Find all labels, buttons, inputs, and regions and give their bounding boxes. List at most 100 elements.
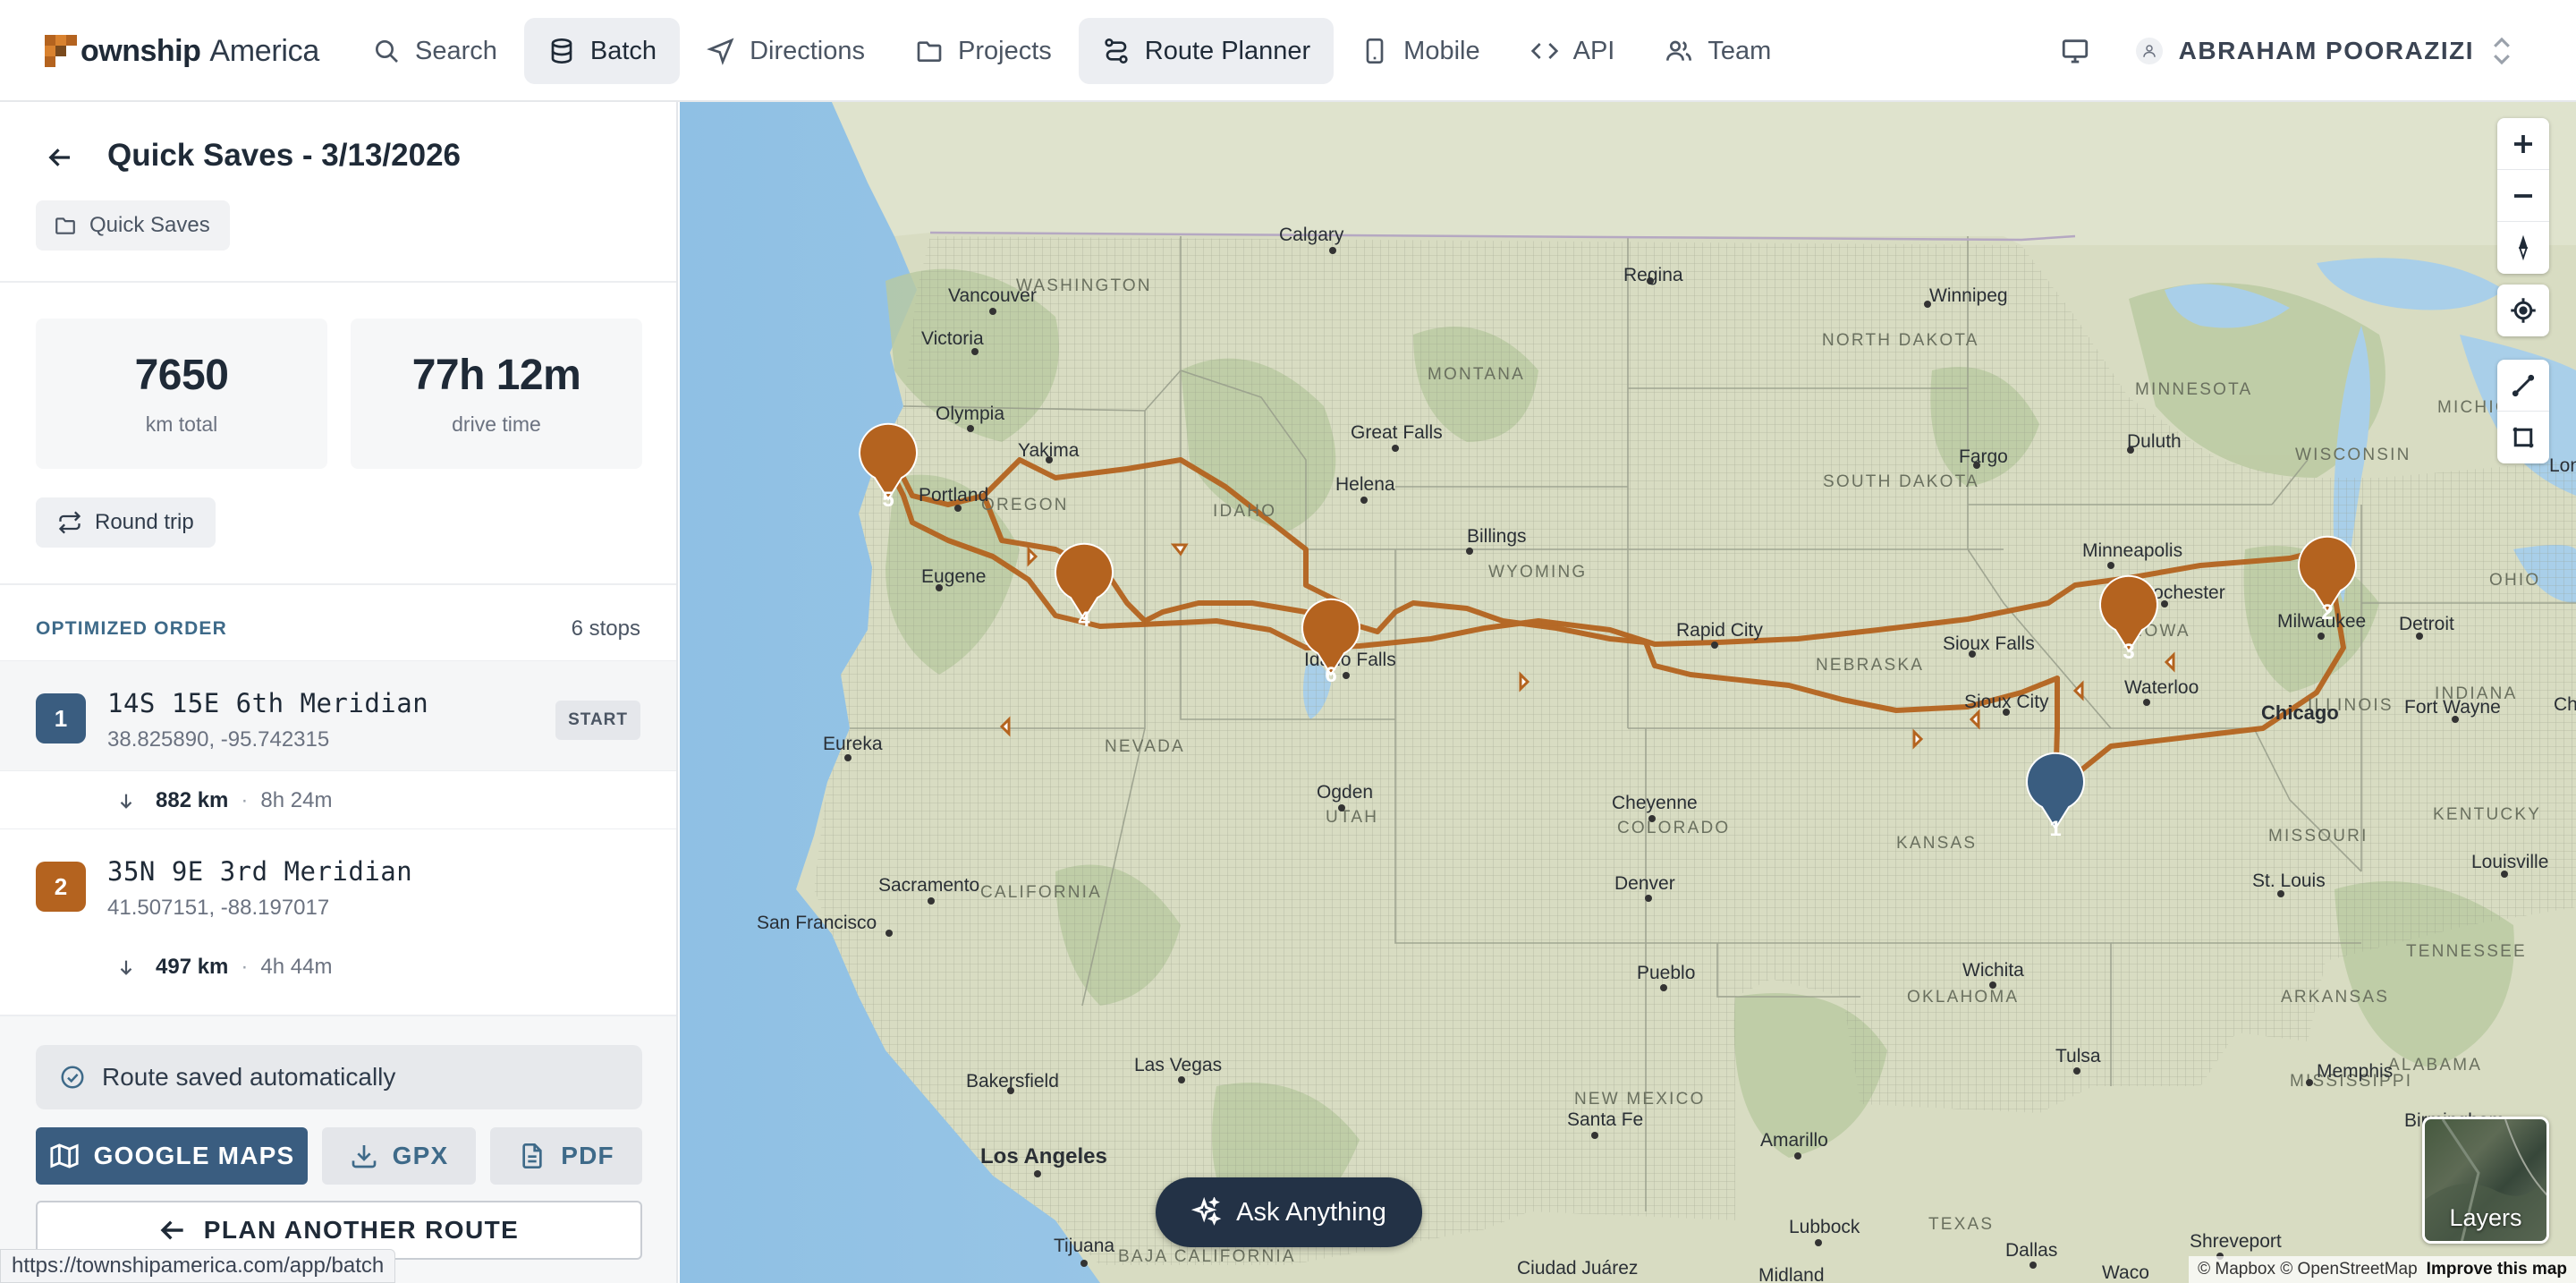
compass-button[interactable] xyxy=(2497,222,2549,274)
svg-text:Chicago: Chicago xyxy=(2261,701,2339,724)
leg-time: 4h 44m xyxy=(260,955,333,979)
ask-anything-button[interactable]: Ask Anything xyxy=(1156,1177,1422,1247)
plus-icon xyxy=(2514,134,2532,153)
crosshair-icon xyxy=(2511,298,2536,323)
nav-route-planner-label: Route Planner xyxy=(1144,36,1311,65)
svg-text:WYOMING: WYOMING xyxy=(1488,563,1587,582)
nav-team[interactable]: Team xyxy=(1641,18,1794,84)
svg-text:CALIFORNIA: CALIFORNIA xyxy=(980,883,1102,902)
svg-text:TENNESSEE: TENNESSEE xyxy=(2406,942,2527,961)
nav-directions[interactable]: Directions xyxy=(683,18,888,84)
route-sidebar: Quick Saves - 3/13/2026 Quick Saves 7650… xyxy=(0,102,678,1283)
svg-text:Fort Wayne: Fort Wayne xyxy=(2404,697,2501,718)
list-item[interactable]: 1 14S 15E 6th Meridian 38.825890, -95.74… xyxy=(0,660,676,771)
layers-label: Layers xyxy=(2449,1204,2522,1231)
svg-text:NEBRASKA: NEBRASKA xyxy=(1816,656,1924,675)
svg-text:Amarillo: Amarillo xyxy=(1760,1130,1828,1151)
pdf-button[interactable]: PDF xyxy=(490,1127,642,1185)
nav-projects[interactable]: Projects xyxy=(892,18,1075,84)
nav-batch[interactable]: Batch xyxy=(523,18,681,84)
nav-mobile-label: Mobile xyxy=(1403,36,1480,65)
nav-directions-label: Directions xyxy=(750,36,865,65)
svg-text:Ciudad Juárez: Ciudad Juárez xyxy=(1517,1258,1638,1279)
brand-logo[interactable]: ownship America xyxy=(45,30,319,72)
svg-text:Memphis: Memphis xyxy=(2317,1061,2393,1082)
pdf-button-label: PDF xyxy=(561,1142,614,1169)
svg-text:Denver: Denver xyxy=(1614,873,1675,894)
svg-text:4: 4 xyxy=(1078,608,1090,632)
svg-text:ARKANSAS: ARKANSAS xyxy=(2281,988,2389,1007)
svg-text:COLORADO: COLORADO xyxy=(1617,819,1730,837)
svg-text:SOUTH DAKOTA: SOUTH DAKOTA xyxy=(1823,472,1979,491)
svg-text:Midland: Midland xyxy=(1758,1265,1825,1283)
nav-mobile[interactable]: Mobile xyxy=(1337,18,1503,84)
folder-icon xyxy=(55,217,75,234)
document-icon xyxy=(522,1143,542,1168)
route-map[interactable]: WASHINGTON OREGON IDAHO MONTANA WYOMING … xyxy=(680,102,2576,1283)
svg-text:Dallas: Dallas xyxy=(2005,1240,2057,1261)
canada-area xyxy=(832,102,2576,245)
arrow-down-icon xyxy=(120,960,132,975)
svg-text:Tijuana: Tijuana xyxy=(1054,1236,1114,1256)
nav-route-planner[interactable]: Route Planner xyxy=(1078,18,1335,84)
svg-text:MONTANA: MONTANA xyxy=(1428,365,1525,384)
monitor-icon xyxy=(2062,39,2088,64)
svg-text:NEW MEXICO: NEW MEXICO xyxy=(1574,1090,1706,1109)
svg-text:Sioux Falls: Sioux Falls xyxy=(1943,633,2035,654)
stop-number-badge: 2 xyxy=(36,862,86,912)
improve-map-link[interactable]: Improve this map xyxy=(2427,1260,2567,1279)
line-tool-icon xyxy=(2512,374,2535,396)
draw-polygon-button[interactable] xyxy=(2497,412,2549,463)
svg-text:Sacramento: Sacramento xyxy=(878,875,979,896)
separator-dot: · xyxy=(241,788,249,812)
svg-text:Rapid City: Rapid City xyxy=(1676,620,1763,641)
drive-time-label: drive time xyxy=(452,412,541,436)
svg-text:Regina: Regina xyxy=(1623,265,1683,285)
svg-text:6: 6 xyxy=(1325,663,1336,687)
user-icon xyxy=(2142,45,2156,57)
draw-line-button[interactable] xyxy=(2497,360,2549,412)
svg-text:NEVADA: NEVADA xyxy=(1105,737,1185,756)
svg-text:Sioux City: Sioux City xyxy=(1964,692,2049,712)
check-circle-icon xyxy=(61,1066,84,1089)
user-area: ABRAHAM POORAZIZI xyxy=(2048,20,2513,82)
brand-name-secondary: America xyxy=(209,33,319,68)
nav-search[interactable]: Search xyxy=(349,18,521,84)
svg-text:Las Vegas: Las Vegas xyxy=(1134,1055,1222,1075)
zoom-out-button[interactable] xyxy=(2497,170,2549,222)
svg-text:Olympia: Olympia xyxy=(936,404,1004,424)
export-actions: GOOGLE MAPS GPX PDF xyxy=(36,1127,642,1185)
google-maps-button[interactable]: GOOGLE MAPS xyxy=(36,1127,308,1185)
leg-summary: 882 km · 8h 24m xyxy=(0,773,676,828)
map-icon xyxy=(50,1143,79,1168)
google-maps-button-label: GOOGLE MAPS xyxy=(93,1142,295,1169)
main-nav: Search Batch Directions Projects Route P… xyxy=(349,18,1798,84)
svg-text:NORTH DAKOTA: NORTH DAKOTA xyxy=(1822,331,1979,350)
svg-text:Vancouver: Vancouver xyxy=(948,285,1037,306)
round-trip-label: Round trip xyxy=(95,510,194,534)
svg-text:Pueblo: Pueblo xyxy=(1637,963,1695,983)
geolocate-button[interactable] xyxy=(2497,285,2549,336)
svg-text:Duluth: Duluth xyxy=(2127,431,2182,452)
top-navigation-bar: ownship America Search Batch Directions … xyxy=(0,0,2576,102)
list-item[interactable]: 2 35N 9E 3rd Meridian 41.507151, -88.197… xyxy=(0,828,676,939)
sidebar-footer: Route saved automatically GOOGLE MAPS GP… xyxy=(0,1015,676,1283)
leg-summary: 497 km · 4h 44m xyxy=(0,939,676,995)
map-canvas[interactable]: WASHINGTON OREGON IDAHO MONTANA WYOMING … xyxy=(680,102,2576,1283)
zoom-in-button[interactable] xyxy=(2497,118,2549,170)
repeat-icon xyxy=(58,511,81,534)
layers-toggle[interactable]: Layers xyxy=(2422,1117,2549,1244)
display-toggle-button[interactable] xyxy=(2048,24,2102,78)
autosave-status-label: Route saved automatically xyxy=(102,1063,396,1091)
nav-api[interactable]: API xyxy=(1507,18,1639,84)
round-trip-toggle[interactable]: Round trip xyxy=(36,497,216,548)
back-button[interactable] xyxy=(41,138,80,177)
gpx-button[interactable]: GPX xyxy=(322,1127,476,1185)
stop-name: 14S 15E 6th Meridian xyxy=(107,688,429,718)
svg-text:MISSOURI: MISSOURI xyxy=(2268,827,2368,845)
gpx-button-label: GPX xyxy=(392,1142,449,1169)
folder-chip[interactable]: Quick Saves xyxy=(36,200,230,251)
user-name: ABRAHAM POORAZIZI xyxy=(2178,37,2474,64)
svg-text:MINNESOTA: MINNESOTA xyxy=(2135,380,2252,399)
user-menu[interactable]: ABRAHAM POORAZIZI xyxy=(2135,36,2513,66)
